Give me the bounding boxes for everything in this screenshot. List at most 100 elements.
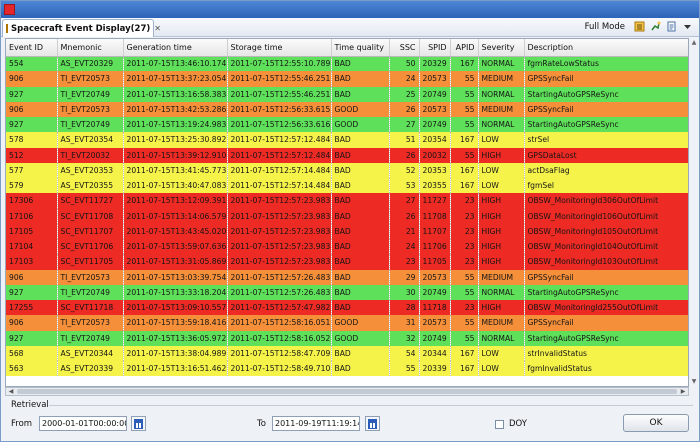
settings-icon[interactable] [650, 21, 661, 32]
table-row[interactable]: 17106 SC_EVT11708 2011-07-15T13:14:06.579 2… [6, 208, 688, 224]
cell-description: StartingAutoGPSReSync [524, 86, 688, 102]
table-row[interactable]: 906 TI_EVT20573 2011-07-15T13:37:23.054 201… [6, 71, 688, 87]
cell-description: fgmRateLowStatus [524, 56, 688, 72]
table-row[interactable]: 17255 SC_EVT11718 2011-07-15T13:09:10.557 2… [6, 300, 688, 316]
cell-time-quality: BAD [331, 193, 390, 209]
to-label: To [257, 419, 266, 429]
ok-button[interactable]: OK [623, 414, 689, 432]
cell-generation-time: 2011-07-15T13:19:24.983 [123, 117, 228, 133]
cell-event-id: 927 [6, 284, 58, 300]
column-header-event-id[interactable]: Event ID [6, 39, 58, 57]
table-row[interactable]: 906 TI_EVT20573 2011-07-15T13:03:39.754 201… [6, 269, 688, 285]
column-header-description[interactable]: Description [524, 39, 688, 57]
cell-generation-time: 2011-07-15T13:40:47.083 [123, 178, 228, 194]
table-row[interactable]: 927 TI_EVT20749 2011-07-15T13:19:24.983 201… [6, 117, 688, 133]
cell-apid: 23 [450, 300, 479, 316]
cell-mnemonic: AS_EVT20353 [57, 162, 124, 178]
table-row[interactable]: 927 TI_EVT20749 2011-07-15T13:33:18.204 201… [6, 284, 688, 300]
scroll-down-arrow-icon[interactable]: ▼ [690, 378, 698, 387]
table-row[interactable]: 578 AS_EVT20354 2011-07-15T13:25:30.892 201… [6, 132, 688, 148]
scroll-up-arrow-icon[interactable]: ▲ [690, 39, 698, 48]
table-row[interactable]: 568 AS_EVT20344 2011-07-15T13:38:04.989 201… [6, 345, 688, 361]
column-header-apid[interactable]: APID [450, 39, 479, 57]
table-row[interactable]: 17306 SC_EVT11727 2011-07-15T13:12:09.391 2… [6, 193, 688, 209]
retrieval-panel: Retrieval From To DOY OK [5, 400, 697, 438]
cell-generation-time: 2011-07-15T13:41:45.773 [123, 162, 228, 178]
table-row[interactable]: 563 AS_EVT20339 2011-07-15T13:16:51.462 201… [6, 361, 688, 377]
cell-description: GPSDataLost [524, 147, 688, 163]
cell-spid: 20353 [419, 162, 451, 178]
tab-close-icon[interactable]: ✕ [154, 24, 161, 33]
cell-ssc: 21 [389, 223, 420, 239]
filter-icon[interactable] [634, 21, 645, 32]
retrieval-divider [49, 405, 693, 406]
from-label: From [11, 419, 33, 429]
cell-ssc: 31 [389, 315, 420, 331]
table-row[interactable]: 512 TI_EVT20032 2011-07-15T13:39:12.910 201… [6, 147, 688, 163]
cell-apid: 55 [450, 71, 479, 87]
from-calendar-icon[interactable] [131, 416, 146, 431]
to-calendar-icon[interactable] [365, 416, 380, 431]
table-row[interactable]: 17103 SC_EVT11705 2011-07-15T13:31:05.869 2… [6, 254, 688, 270]
cell-spid: 20329 [419, 56, 451, 72]
cell-mnemonic: TI_EVT20749 [57, 330, 124, 346]
column-header-generation-time[interactable]: Generation time [123, 39, 228, 57]
cell-time-quality: BAD [331, 254, 390, 270]
column-header-ssc[interactable]: SSC [389, 39, 420, 57]
export-icon[interactable] [666, 21, 677, 32]
table-row[interactable]: 927 TI_EVT20749 2011-07-15T13:36:05.972 201… [6, 330, 688, 346]
cell-storage-time: 2011-07-15T12:57:26.483 [227, 269, 332, 285]
cell-severity: NORMAL [478, 56, 525, 72]
cell-description: GPSSyncFail [524, 71, 688, 87]
to-date-input[interactable] [272, 416, 360, 431]
cell-ssc: 27 [389, 117, 420, 133]
column-header-time-quality[interactable]: Time quality [331, 39, 390, 57]
scroll-right-arrow-icon[interactable]: ▶ [679, 388, 687, 395]
cell-severity: LOW [478, 361, 525, 377]
cell-storage-time: 2011-07-15T12:56:33.615 [227, 101, 332, 117]
cell-generation-time: 2011-07-15T13:36:05.972 [123, 330, 228, 346]
scroll-left-arrow-icon[interactable]: ◀ [7, 388, 15, 395]
table-row[interactable]: 927 TI_EVT20749 2011-07-15T13:16:58.383 201… [6, 86, 688, 102]
cell-apid: 167 [450, 162, 479, 178]
cell-apid: 55 [450, 315, 479, 331]
cell-time-quality: BAD [331, 284, 390, 300]
column-header-spid[interactable]: SPID [419, 39, 451, 57]
table-row[interactable]: 906 TI_EVT20573 2011-07-15T13:42:53.286 201… [6, 101, 688, 117]
view-menu-icon[interactable] [682, 21, 693, 32]
cell-time-quality: BAD [331, 56, 390, 72]
cell-description: GPSSyncFail [524, 315, 688, 331]
cell-storage-time: 2011-07-15T12:57:26.483 [227, 284, 332, 300]
cell-storage-time: 2011-07-15T12:57:23.983 [227, 193, 332, 209]
doy-checkbox[interactable] [495, 420, 504, 429]
column-header-mnemonic[interactable]: Mnemonic [57, 39, 124, 57]
cell-mnemonic: AS_EVT20354 [57, 132, 124, 148]
cell-generation-time: 2011-07-15T13:12:09.391 [123, 193, 228, 209]
cell-ssc: 24 [389, 239, 420, 255]
cell-apid: 167 [450, 56, 479, 72]
from-date-input[interactable] [39, 416, 127, 431]
table-row[interactable]: 17105 SC_EVT11707 2011-07-15T13:43:45.020 2… [6, 223, 688, 239]
cell-apid: 23 [450, 193, 479, 209]
cell-time-quality: BAD [331, 300, 390, 316]
table-row[interactable]: 906 TI_EVT20573 2011-07-15T13:59:18.416 201… [6, 315, 688, 331]
cell-ssc: 23 [389, 254, 420, 270]
table-row[interactable]: 579 AS_EVT20355 2011-07-15T13:40:47.083 201… [6, 178, 688, 194]
cell-time-quality: BAD [331, 345, 390, 361]
table-row[interactable]: 17104 SC_EVT11706 2011-07-15T13:59:07.636 2… [6, 239, 688, 255]
column-header-storage-time[interactable]: Storage time [227, 39, 332, 57]
full-mode-label[interactable]: Full Mode [585, 22, 625, 32]
cell-time-quality: BAD [331, 361, 390, 377]
cell-mnemonic: SC_EVT11718 [57, 300, 124, 316]
scrollbar-thumb[interactable] [17, 389, 677, 394]
cell-spid: 20573 [419, 269, 451, 285]
table-row[interactable]: 577 AS_EVT20353 2011-07-15T13:41:45.773 201… [6, 162, 688, 178]
table-row[interactable]: 554 AS_EVT20329 2011-07-15T13:46:10.174 201… [6, 56, 688, 72]
cell-event-id: 568 [6, 345, 58, 361]
cell-spid: 20573 [419, 315, 451, 331]
cell-event-id: 927 [6, 117, 58, 133]
horizontal-scrollbar[interactable]: ◀ ▶ [5, 387, 689, 396]
cell-time-quality: BAD [331, 162, 390, 178]
column-header-severity[interactable]: Severity [478, 39, 525, 57]
tab-spacecraft-event-display[interactable]: Spacecraft Event Display(27) ✕ [2, 19, 161, 37]
